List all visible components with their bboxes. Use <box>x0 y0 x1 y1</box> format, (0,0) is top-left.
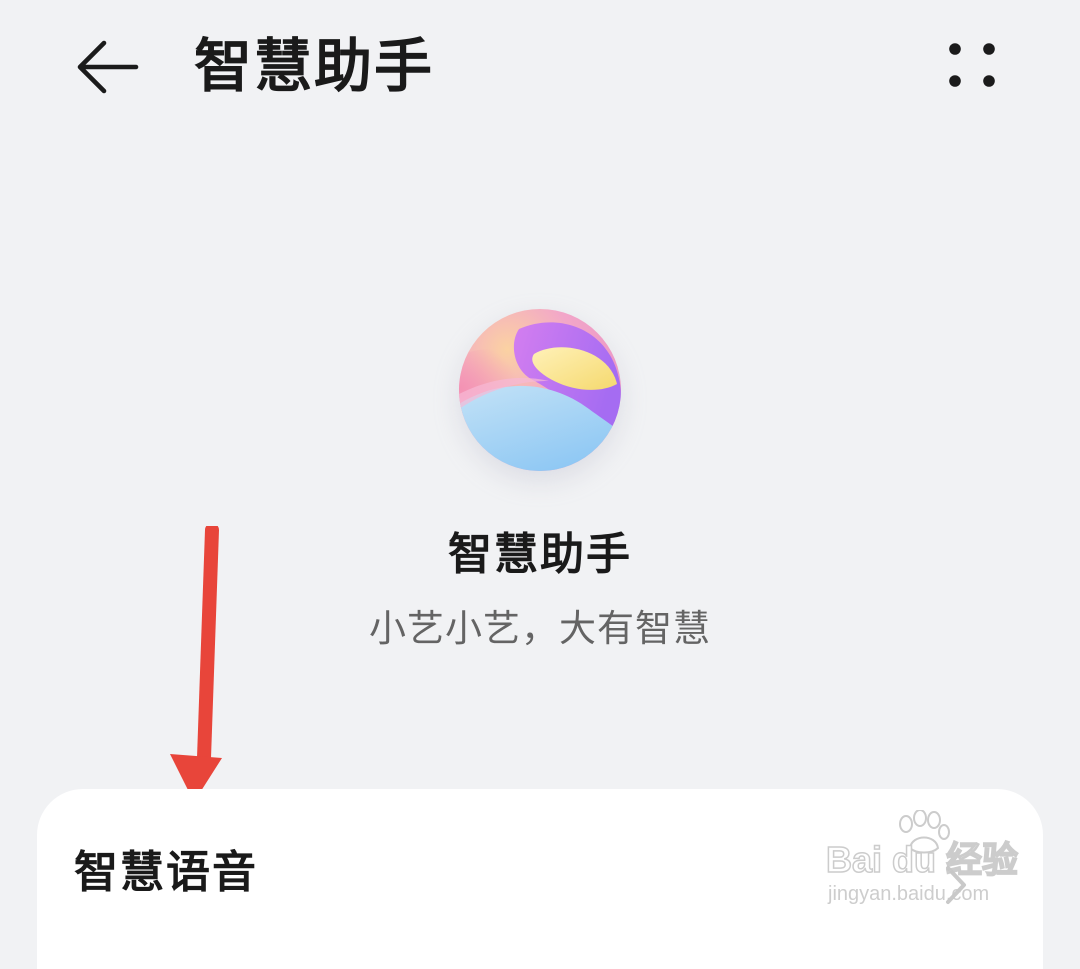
arrow-left-icon <box>77 40 139 94</box>
celia-assistant-logo <box>459 309 621 471</box>
red-arrow-annotation <box>170 526 222 802</box>
smart-voice-label: 智慧语音 <box>74 847 258 898</box>
baidu-jingyan-watermark: Bai du 经验 jingyan.baidu.com <box>825 810 1026 910</box>
watermark-url: jingyan.baidu.com <box>828 883 990 905</box>
back-button[interactable] <box>66 30 150 106</box>
more-options-button[interactable] <box>930 30 1014 106</box>
page-title: 智慧助手 <box>194 32 435 100</box>
top-app-bar: 智慧助手 <box>0 0 1080 140</box>
watermark-brand: Bai du 经验 <box>825 839 1019 881</box>
more-dots-icon <box>949 43 995 87</box>
